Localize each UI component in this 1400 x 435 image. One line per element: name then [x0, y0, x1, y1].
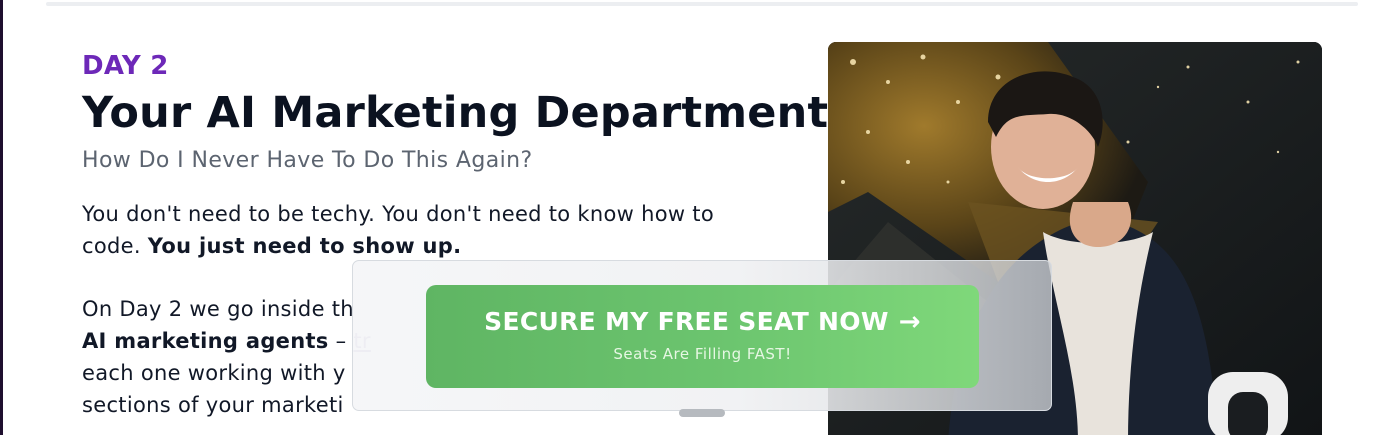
detail-bold-text: AI marketing agents — [82, 329, 329, 353]
section-subtitle: How Do I Never Have To Do This Again? — [82, 148, 533, 173]
intro-bold-text: You just need to show up. — [147, 234, 462, 258]
secure-seat-button[interactable]: SECURE MY FREE SEAT NOW → Seats Are Filli… — [426, 285, 979, 388]
day-label: DAY 2 — [82, 51, 169, 81]
section-divider — [46, 2, 1358, 6]
sticky-cta-bar: SECURE MY FREE SEAT NOW → Seats Are Filli… — [352, 260, 1052, 417]
section-title: Your AI Marketing Department — [82, 88, 829, 138]
detail-line-3: each one working with y — [82, 361, 346, 385]
cta-label: SECURE MY FREE SEAT NOW — [484, 307, 889, 336]
detail-line-4: sections of your marketi — [82, 393, 344, 417]
arrow-right-icon: → — [898, 307, 921, 337]
cta-main-text: SECURE MY FREE SEAT NOW → — [426, 305, 979, 339]
detail-dash: – — [328, 329, 354, 353]
intro-paragraph: You don't need to be techy. You don't ne… — [82, 198, 772, 262]
drag-handle[interactable] — [679, 409, 725, 417]
detail-line-1: On Day 2 we go inside th — [82, 297, 354, 321]
cta-subtext: Seats Are Filling FAST! — [613, 345, 792, 363]
page-left-edge — [0, 0, 3, 435]
